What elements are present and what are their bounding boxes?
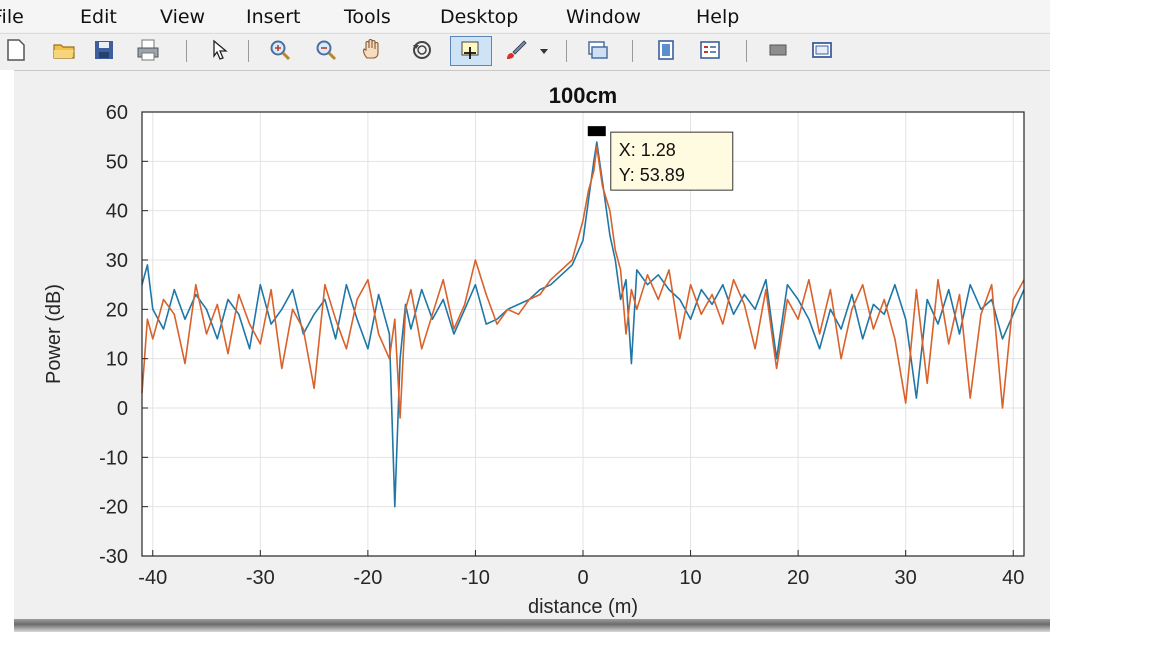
y-tick-label: 10	[106, 349, 128, 371]
x-axis-label: distance (m)	[528, 596, 638, 618]
y-tick-label: -30	[99, 546, 128, 568]
y-tick-label: 0	[117, 398, 128, 420]
figure-window: File Edit View Insert Tools Desktop Wind…	[0, 0, 1050, 632]
data-tip-marker[interactable]	[587, 126, 606, 137]
plot-title: 100cm	[549, 83, 618, 108]
x-tick-label: -20	[353, 567, 382, 589]
y-tick-label: -10	[99, 447, 128, 469]
y-tick-label: 20	[106, 299, 128, 321]
x-tick-label: 30	[895, 567, 917, 589]
data-tip-y: Y: 53.89	[619, 165, 685, 185]
y-tick-label: 60	[106, 102, 128, 124]
x-tick-label: 40	[1002, 567, 1024, 589]
y-axis-label: Power (dB)	[43, 284, 65, 384]
x-tick-label: 0	[577, 567, 588, 589]
y-tick-label: 30	[106, 250, 128, 272]
x-tick-label: -10	[461, 567, 490, 589]
data-tip-x: X: 1.28	[619, 140, 676, 160]
x-tick-label: 10	[679, 567, 701, 589]
y-tick-label: 40	[106, 201, 128, 223]
x-tick-label: 20	[787, 567, 809, 589]
y-tick-label: -20	[99, 497, 128, 519]
window-bottom-border	[14, 619, 1050, 632]
figure-canvas: -40 -30 -20 -10 0 10 20 30 40 -30 -20 -10 0 10 20 30 40 5…	[43, 83, 1025, 618]
x-tick-label: -40	[138, 567, 167, 589]
x-tick-label: -30	[246, 567, 275, 589]
y-tick-label: 50	[106, 151, 128, 173]
